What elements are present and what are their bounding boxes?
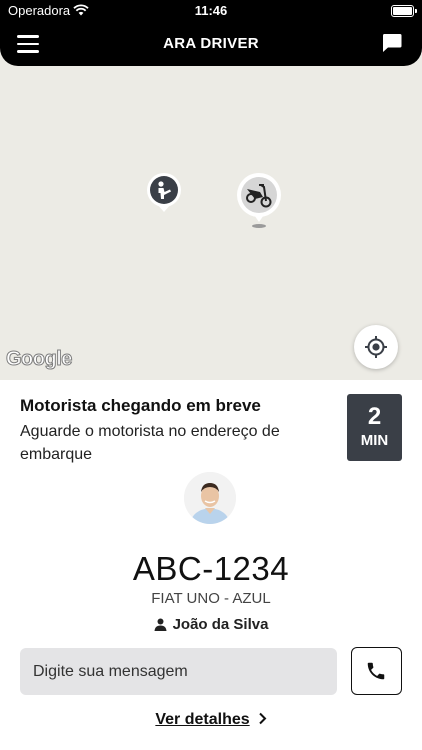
status-subtitle: Aguarde o motorista no endereço de embar… (20, 423, 280, 463)
top-bar: Operadora 11:46 ARA DRIVER (0, 0, 422, 66)
license-plate: ABC-1234 (132, 550, 290, 587)
status-bar: Operadora 11:46 (0, 0, 422, 22)
driver-avatar (184, 472, 236, 524)
motorcycle-pin-icon[interactable] (235, 172, 283, 230)
details-label: Ver detalhes (155, 711, 250, 728)
battery-icon (391, 5, 417, 17)
app-title: ARA DRIVER (163, 35, 259, 52)
person-icon (154, 618, 167, 631)
chevron-right-icon (258, 712, 267, 725)
phone-icon (367, 662, 385, 680)
call-button[interactable] (351, 647, 402, 695)
passenger-pin-icon[interactable] (146, 172, 182, 216)
eta-unit: MIN (360, 432, 389, 449)
locate-icon (365, 336, 387, 358)
clock: 11:46 (194, 3, 228, 18)
message-input[interactable] (20, 648, 337, 695)
locate-me-button[interactable] (354, 325, 398, 369)
chat-icon[interactable] (382, 33, 402, 53)
driver-name: João da Silva (172, 616, 269, 633)
driver-name-row: João da Silva (0, 616, 422, 633)
eta-badge: 2 MIN (347, 394, 402, 461)
google-logo: Google (6, 348, 73, 371)
details-link[interactable]: Ver detalhes (0, 711, 422, 729)
status-heading: Motorista chegando em breve (20, 396, 261, 415)
car-model: FIAT UNO - AZUL (151, 590, 271, 607)
eta-value: 2 (367, 403, 382, 430)
ride-panel: Motorista chegando em breve Aguarde o mo… (0, 380, 422, 750)
